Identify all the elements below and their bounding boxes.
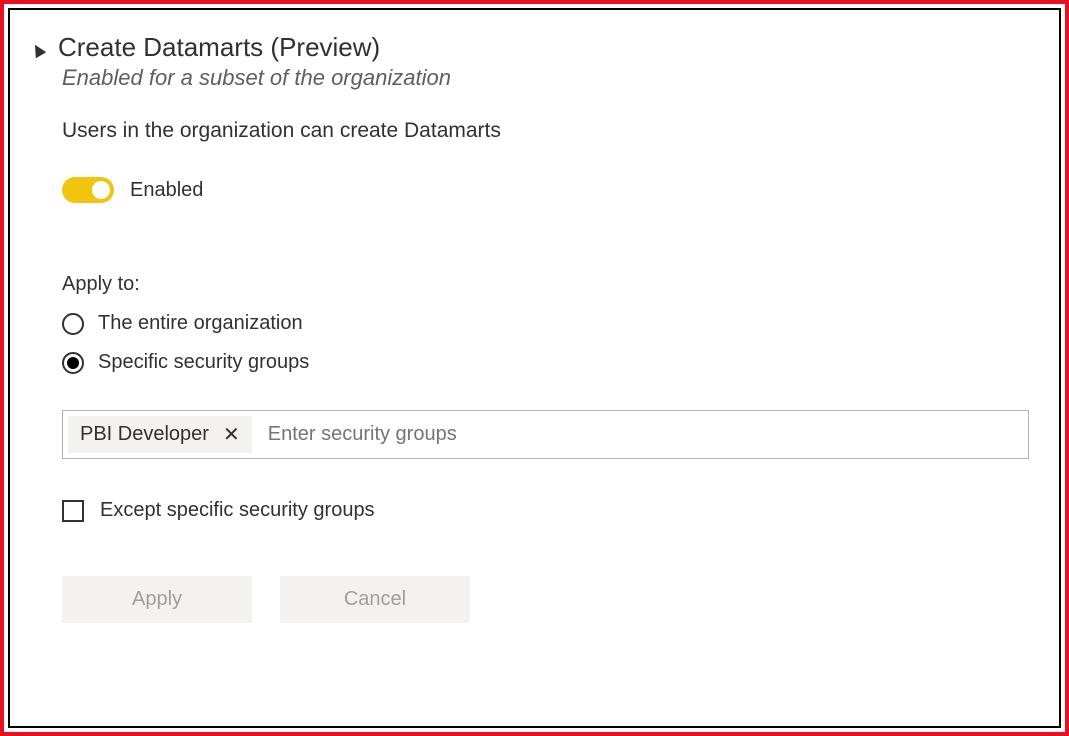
chip-remove-icon[interactable]: ✕	[223, 425, 240, 445]
radio-icon	[62, 352, 84, 374]
security-groups-field[interactable]: PBI Developer ✕	[62, 410, 1029, 459]
except-groups-checkbox-row[interactable]: Except specific security groups	[62, 499, 1029, 522]
except-groups-label: Except specific security groups	[100, 499, 375, 522]
radio-selected-icon	[67, 357, 79, 369]
toggle-knob-icon	[92, 181, 110, 199]
security-groups-input[interactable]	[262, 417, 1023, 452]
collapse-icon[interactable]	[30, 42, 46, 58]
setting-description: Users in the organization can create Dat…	[62, 119, 1029, 143]
setting-subtitle: Enabled for a subset of the organization	[62, 65, 1029, 91]
apply-button[interactable]: Apply	[62, 576, 252, 623]
cancel-button[interactable]: Cancel	[280, 576, 470, 623]
chip-label: PBI Developer	[80, 423, 209, 446]
radio-entire-label: The entire organization	[98, 312, 303, 335]
enabled-toggle[interactable]	[62, 177, 114, 203]
security-group-chip: PBI Developer ✕	[68, 416, 252, 453]
radio-specific-label: Specific security groups	[98, 351, 309, 374]
radio-icon	[62, 313, 84, 335]
radio-entire-organization[interactable]: The entire organization	[62, 312, 1029, 335]
checkbox-icon	[62, 500, 84, 522]
apply-to-label: Apply to:	[62, 273, 1029, 296]
enabled-toggle-label: Enabled	[130, 179, 203, 202]
setting-title: Create Datamarts (Preview)	[58, 32, 380, 63]
radio-specific-groups[interactable]: Specific security groups	[62, 351, 1029, 374]
